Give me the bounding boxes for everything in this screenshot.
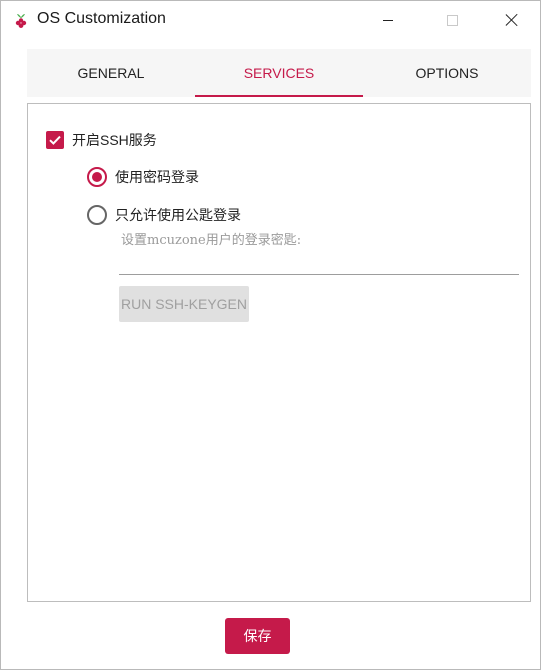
title-bar: OS Customization [1,1,540,39]
minimize-icon [383,19,393,21]
tab-bar: GENERAL SERVICES OPTIONS [27,49,531,97]
minimize-button[interactable] [365,1,411,39]
close-button[interactable] [489,1,535,39]
public-key-hint: 设置mcuzone用户的登录密匙: [121,233,302,248]
key-login-radio[interactable] [87,205,107,225]
key-login-row[interactable]: 只允许使用公匙登录 [87,205,241,225]
tab-general[interactable]: GENERAL [27,49,195,97]
key-login-label: 只允许使用公匙登录 [115,207,241,223]
os-customization-window: OS Customization GENERAL SERVICES OPTION… [0,0,541,670]
public-key-input [119,274,519,275]
password-login-label: 使用密码登录 [115,169,199,185]
maximize-icon [446,14,458,26]
window-title: OS Customization [37,10,166,27]
services-panel: 开启SSH服务 使用密码登录 只允许使用公匙登录 设置mcuzone用户的登录密… [27,103,531,602]
raspberry-pi-icon [15,14,27,28]
tab-services[interactable]: SERVICES [195,49,363,97]
tab-options[interactable]: OPTIONS [363,49,531,97]
save-button[interactable]: 保存 [225,618,290,654]
enable-ssh-label: 开启SSH服务 [72,132,157,148]
enable-ssh-checkbox[interactable] [46,131,64,149]
maximize-button[interactable] [429,1,475,39]
password-login-row[interactable]: 使用密码登录 [87,167,199,187]
run-ssh-keygen-button: RUN SSH-KEYGEN [119,286,249,322]
checkmark-icon [49,135,61,145]
close-icon [505,13,519,27]
enable-ssh-row[interactable]: 开启SSH服务 [46,130,157,150]
password-login-radio[interactable] [87,167,107,187]
